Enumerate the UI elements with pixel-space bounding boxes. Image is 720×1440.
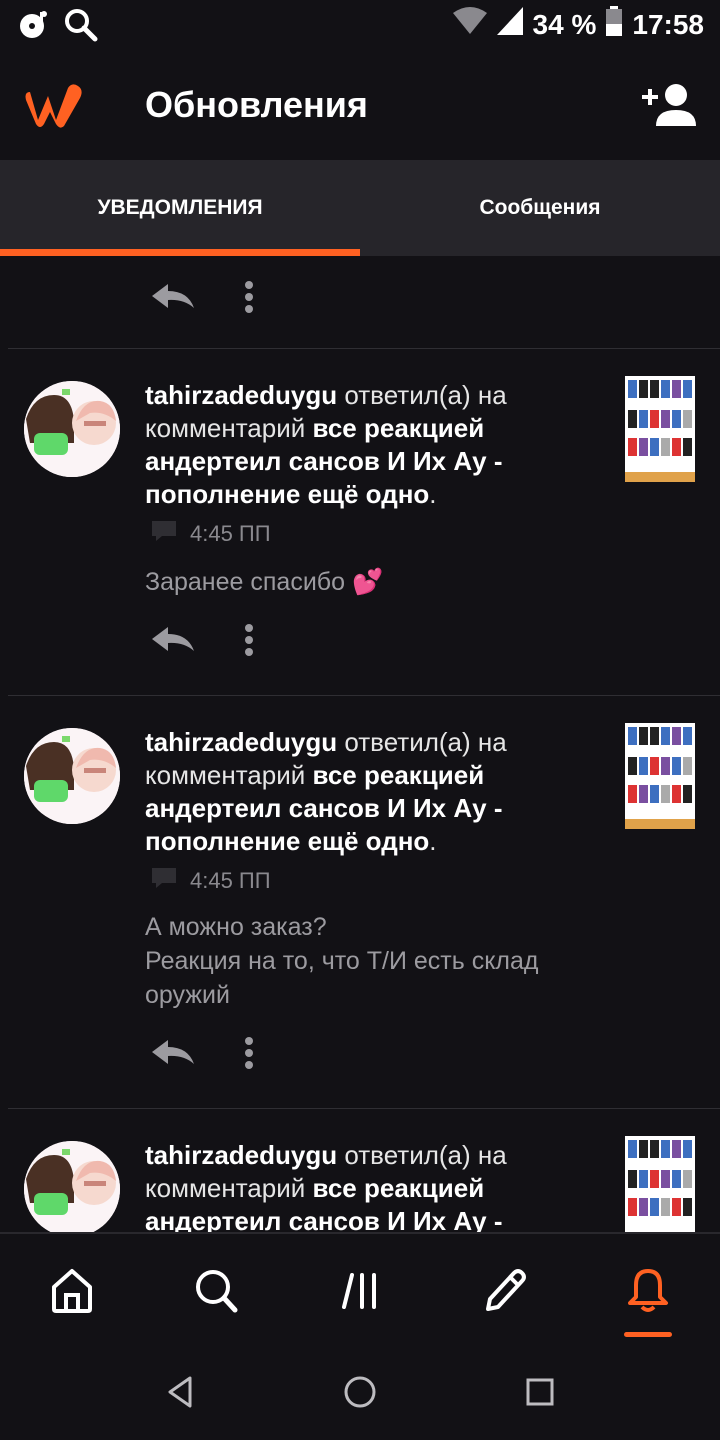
story-thumbnail[interactable] [625,1136,695,1232]
clock: 17:58 [632,8,704,40]
reply-icon[interactable] [150,1038,196,1073]
back-icon[interactable] [160,1372,200,1412]
comment-icon [152,868,176,894]
battery-text: 34 % [532,8,597,40]
more-options-icon[interactable] [244,623,254,662]
comment-message: А можно заказ? Реакция на то, что Т/И ес… [145,913,539,1009]
notification-item[interactable]: tahirzadeduygu ответил(а) на комментарий… [0,1109,720,1232]
page-title: Обновления [145,84,368,125]
notifications-feed[interactable]: tahirzadeduygu ответил(а) на комментарий… [0,256,720,1232]
home-icon[interactable] [44,1262,100,1318]
story-thumbnail[interactable] [625,376,695,482]
add-user-icon[interactable] [640,82,696,128]
comment-icon [152,521,176,547]
home-circle-icon[interactable] [340,1372,380,1412]
more-options-icon[interactable] [244,1036,254,1075]
app-root: 34 % 17:58 Обновления УВЕДОМЛЕНИЯ Сообще… [0,0,720,1440]
wifi-icon [452,7,487,42]
tab-bar: УВЕДОМЛЕНИЯ Сообщения [0,160,720,256]
more-options-icon[interactable] [244,280,254,319]
recents-icon[interactable] [520,1372,560,1412]
timestamp: 4:45 ПП [190,521,271,546]
item-actions [150,1036,254,1075]
item-actions [150,280,254,319]
notification-text: tahirzadeduygu ответил(а) на комментарий… [145,727,507,856]
avatar[interactable] [24,1141,120,1232]
tab-notifications[interactable]: УВЕДОМЛЕНИЯ [0,160,360,256]
avatar[interactable] [24,728,120,824]
reply-icon[interactable] [150,282,196,317]
bottom-navigation [0,1232,720,1344]
library-icon[interactable] [332,1262,388,1318]
comment-message: Заранее спасибо 💕 [145,568,384,596]
notification-meta: 4:45 ПП [152,521,271,547]
notification-text: tahirzadeduygu ответил(а) на комментарий… [145,1140,507,1232]
timestamp: 4:45 ПП [190,868,271,893]
active-nav-indicator [624,1332,672,1337]
search-icon[interactable] [188,1262,244,1318]
media-icon [18,10,50,45]
wattpad-logo[interactable] [24,80,88,130]
app-bar: Обновления [0,50,720,160]
story-thumbnail[interactable] [625,723,695,829]
system-navigation [0,1344,720,1440]
tab-messages[interactable]: Сообщения [360,160,720,256]
notification-meta: 4:45 ПП [152,868,271,894]
signal-icon [496,7,523,42]
write-icon[interactable] [476,1262,532,1318]
notification-text: tahirzadeduygu ответил(а) на комментарий… [145,380,507,509]
active-tab-indicator [0,249,360,256]
notification-item[interactable]: tahirzadeduygu ответил(а) на комментарий… [0,696,720,1108]
status-bar: 34 % 17:58 [0,0,720,50]
reply-icon[interactable] [150,625,196,660]
notifications-icon[interactable] [620,1262,676,1318]
item-actions [150,623,254,662]
notification-item[interactable]: tahirzadeduygu ответил(а) на комментарий… [0,349,720,695]
avatar[interactable] [24,381,120,477]
battery-icon [606,6,623,43]
search-icon [64,8,98,47]
